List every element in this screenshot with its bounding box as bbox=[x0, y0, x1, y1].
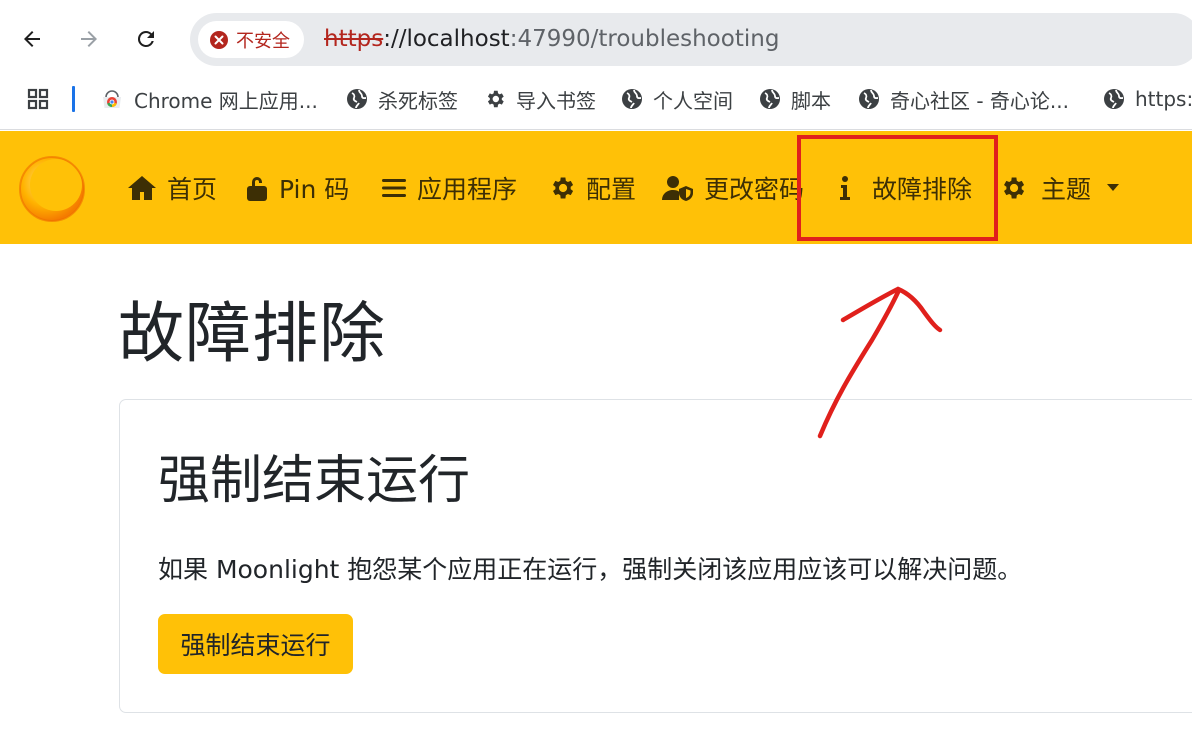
bookmark-item-1[interactable]: 杀死标签 bbox=[346, 78, 458, 120]
globe-icon bbox=[1103, 88, 1125, 110]
bookmark-label: 脚本 bbox=[791, 88, 831, 113]
reload-icon bbox=[137, 30, 154, 47]
globe-icon bbox=[759, 88, 781, 110]
nav-label: 应用程序 bbox=[417, 174, 518, 204]
page-title: 故障排除 bbox=[118, 295, 386, 372]
back-button[interactable] bbox=[15, 22, 49, 56]
app-navbar: 首页 Pin 码 应用程序 配置 更改密码 故障排除 主题 bbox=[0, 131, 1192, 244]
gear-icon bbox=[553, 177, 574, 198]
url-scheme: https bbox=[324, 26, 384, 52]
bookmark-label: 导入书签 bbox=[516, 88, 596, 113]
bookmark-label: Chrome 网上应用... bbox=[134, 88, 318, 113]
nav-config[interactable]: 配置 bbox=[548, 131, 636, 244]
bookmark-item-5[interactable]: 奇心社区 - 奇心论... bbox=[858, 78, 1069, 120]
home-icon bbox=[128, 175, 156, 200]
card-title: 强制结束运行 bbox=[158, 451, 471, 511]
nav-pin[interactable]: Pin 码 bbox=[245, 131, 349, 244]
nav-label: 更改密码 bbox=[704, 174, 805, 204]
gear-icon bbox=[1004, 177, 1025, 198]
apps-button[interactable] bbox=[26, 78, 50, 120]
url-text[interactable]: https://localhost:47990/troubleshooting bbox=[324, 13, 779, 66]
nav-home[interactable]: 首页 bbox=[127, 131, 217, 244]
insecure-x-icon bbox=[210, 30, 228, 49]
force-close-card: 强制结束运行 如果 Moonlight 抱怨某个应用正在运行，强制关闭该应用应该… bbox=[119, 399, 1192, 713]
globe-icon bbox=[346, 88, 368, 110]
bookmark-item-0[interactable]: Chrome 网上应用... bbox=[100, 78, 318, 120]
nav-troubleshooting[interactable]: 故障排除 bbox=[838, 131, 972, 244]
bookmark-label: https:/ bbox=[1135, 87, 1192, 111]
bookmark-item-4[interactable]: 脚本 bbox=[759, 78, 831, 120]
address-bar[interactable]: 不安全 https://localhost:47990/troubleshoot… bbox=[190, 13, 1192, 66]
list-icon bbox=[382, 178, 406, 197]
moon-logo-icon bbox=[19, 156, 85, 222]
nav-label: Pin 码 bbox=[279, 174, 350, 204]
security-indicator[interactable]: 不安全 bbox=[198, 21, 304, 58]
chevron-down-icon bbox=[1107, 184, 1120, 191]
bookmark-label: 个人空间 bbox=[653, 88, 733, 113]
reload-button[interactable] bbox=[129, 22, 163, 56]
apps-grid-icon bbox=[27, 88, 49, 110]
app-logo[interactable] bbox=[18, 153, 86, 223]
nav-label: 配置 bbox=[586, 174, 637, 204]
nav-label: 故障排除 bbox=[872, 174, 973, 204]
info-icon bbox=[840, 175, 850, 200]
nav-label: 首页 bbox=[167, 174, 218, 204]
bookmark-label: 杀死标签 bbox=[378, 88, 458, 113]
globe-icon bbox=[621, 88, 643, 110]
bookmark-item-2[interactable]: 导入书签 bbox=[484, 78, 596, 120]
arrow-right-icon bbox=[81, 31, 97, 47]
gear-icon bbox=[484, 88, 506, 110]
bookmark-item-3[interactable]: 个人空间 bbox=[621, 78, 733, 120]
unlock-icon bbox=[247, 176, 267, 201]
browser-toolbar: 不安全 https://localhost:47990/troubleshoot… bbox=[0, 0, 1192, 78]
forward-button[interactable] bbox=[72, 22, 106, 56]
nav-change-password[interactable]: 更改密码 bbox=[662, 131, 804, 244]
force-close-button[interactable]: 强制结束运行 bbox=[158, 614, 353, 674]
user-shield-icon bbox=[662, 175, 693, 201]
url-host: ://localhost bbox=[383, 26, 510, 52]
security-label: 不安全 bbox=[236, 30, 290, 52]
arrow-left-icon bbox=[24, 31, 40, 47]
chrome-web-store-icon bbox=[100, 87, 124, 111]
nav-theme-dropdown[interactable]: 主题 bbox=[999, 131, 1120, 244]
globe-icon bbox=[858, 88, 880, 110]
card-description: 如果 Moonlight 抱怨某个应用正在运行，强制关闭该应用应该可以解决问题。 bbox=[158, 555, 1023, 584]
bookmarks-divider bbox=[72, 86, 75, 112]
nav-label: 主题 bbox=[1041, 174, 1092, 204]
nav-applications[interactable]: 应用程序 bbox=[381, 131, 517, 244]
bookmark-label: 奇心社区 - 奇心论... bbox=[890, 88, 1070, 113]
bookmark-item-6[interactable]: https:/ bbox=[1103, 78, 1192, 120]
url-path: :47990/troubleshooting bbox=[509, 26, 780, 52]
bookmarks-bar: Chrome 网上应用... 杀死标签 导入书签 个人空间 脚本 奇心社区 - … bbox=[0, 78, 1192, 130]
